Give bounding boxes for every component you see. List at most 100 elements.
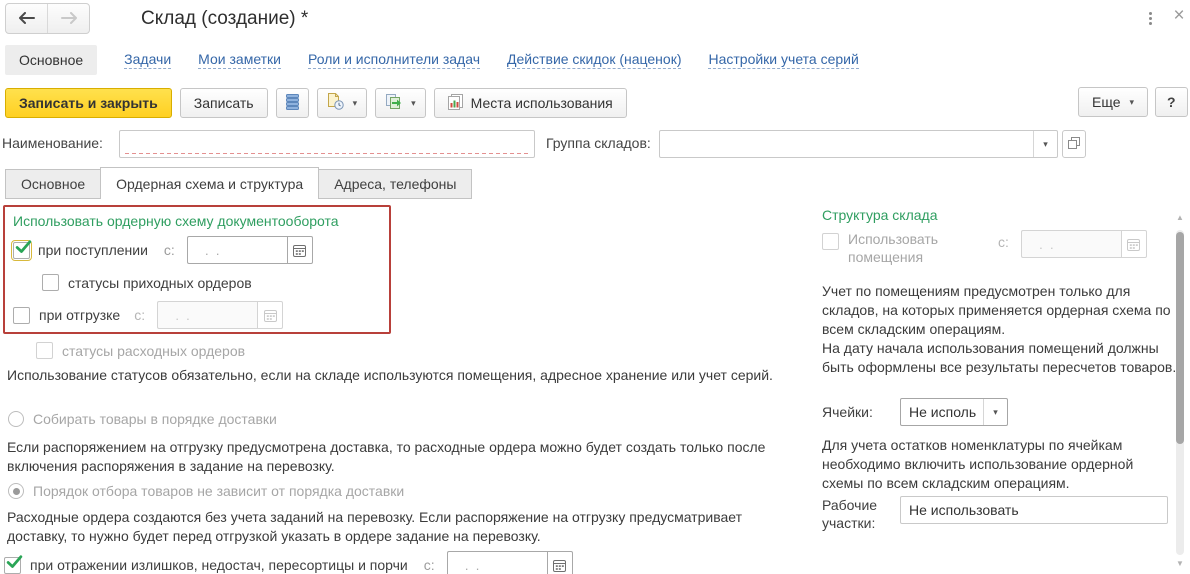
copy-icon bbox=[385, 94, 402, 113]
nav-item-roles[interactable]: Роли и исполнители задач bbox=[308, 51, 480, 69]
back-arrow-icon bbox=[18, 11, 36, 27]
create-based-on-button[interactable]: ▾ bbox=[317, 88, 368, 118]
work-areas-row: Рабочие участки: Не использовать bbox=[822, 496, 1168, 532]
work-areas-label: Рабочие участки: bbox=[822, 496, 892, 532]
scroll-down-icon[interactable]: ▼ bbox=[1173, 558, 1187, 568]
shipment-row: при отгрузке с: bbox=[13, 301, 381, 329]
receipt-row: при поступлении с: bbox=[13, 236, 381, 264]
collect-by-delivery-radio bbox=[8, 411, 24, 427]
group-dropdown-button[interactable]: ▾ bbox=[1033, 131, 1057, 157]
collect-note: Если распоряжением на отгрузку предусмот… bbox=[7, 438, 800, 476]
surplus-date-input[interactable] bbox=[447, 551, 547, 574]
tab-order-scheme[interactable]: Ордерная схема и структура bbox=[100, 167, 319, 199]
name-input[interactable] bbox=[119, 130, 535, 158]
receipt-label: при поступлении bbox=[38, 242, 148, 258]
window-menu-icon[interactable] bbox=[1142, 9, 1158, 27]
receipt-date-control bbox=[187, 236, 313, 264]
collect-by-delivery-label: Собирать товары в порядке доставки bbox=[33, 411, 277, 427]
use-premises-row: Использовать помещения с: bbox=[822, 230, 1190, 266]
calendar-icon[interactable] bbox=[547, 551, 573, 574]
save-button[interactable]: Записать bbox=[180, 88, 268, 118]
dropdown-arrow-icon: ▾ bbox=[353, 98, 358, 109]
shipment-statuses-row: статусы расходных ордеров bbox=[36, 342, 245, 359]
nav-item-notes[interactable]: Мои заметки bbox=[198, 51, 281, 69]
receipt-statuses-row: статусы приходных ордеров bbox=[13, 274, 381, 291]
use-premises-checkbox bbox=[822, 233, 839, 250]
tab-content: Использовать ордерную схему документообо… bbox=[0, 199, 1190, 574]
chevron-down-icon: ▾ bbox=[1043, 139, 1048, 150]
collect-by-delivery-row: Собирать товары в порядке доставки bbox=[8, 411, 277, 427]
list-button[interactable] bbox=[276, 88, 309, 118]
warehouse-create-window: Склад (создание) * × Основное Задачи Мои… bbox=[0, 0, 1190, 574]
scrollbar-thumb[interactable] bbox=[1176, 232, 1184, 444]
cells-note: Для учета остатков номенклатуры по ячейк… bbox=[822, 436, 1177, 493]
premises-note: Учет по помещениям предусмотрен только д… bbox=[822, 282, 1177, 377]
tab-addresses[interactable]: Адреса, телефоны bbox=[318, 169, 472, 199]
receipt-statuses-checkbox[interactable] bbox=[42, 274, 59, 291]
scroll-up-icon[interactable]: ▲ bbox=[1173, 212, 1187, 222]
order-scheme-panel: Использовать ордерную схему документообо… bbox=[0, 199, 800, 574]
work-areas-field[interactable]: Не использовать bbox=[900, 496, 1168, 524]
usage-places-label: Места использования bbox=[471, 95, 613, 111]
cells-combo: Не исполь ▾ bbox=[900, 398, 1008, 426]
shipment-statuses-label: статусы расходных ордеров bbox=[62, 343, 245, 359]
forward-button[interactable] bbox=[47, 4, 89, 33]
save-close-button[interactable]: Записать и закрыть bbox=[5, 88, 172, 118]
independent-row: Порядок отбора товаров не зависит от пор… bbox=[8, 483, 404, 499]
close-icon[interactable]: × bbox=[1168, 4, 1190, 28]
shipment-date-control bbox=[157, 301, 283, 329]
calendar-icon bbox=[1121, 230, 1147, 258]
surplus-date-control bbox=[447, 551, 573, 574]
calendar-icon bbox=[257, 301, 283, 329]
receipt-checkbox[interactable] bbox=[13, 242, 30, 259]
receipt-date-input[interactable] bbox=[187, 236, 287, 264]
open-icon bbox=[1068, 136, 1080, 152]
shipment-label: при отгрузке bbox=[39, 307, 120, 323]
help-button[interactable]: ? bbox=[1155, 87, 1188, 117]
surplus-from-label: с: bbox=[424, 557, 435, 573]
forward-arrow-icon bbox=[60, 11, 78, 27]
premises-from-label: с: bbox=[998, 234, 1009, 250]
structure-panel: Структура склада Использовать помещения … bbox=[795, 199, 1175, 574]
more-button[interactable]: Еще ▾ bbox=[1078, 87, 1148, 117]
calendar-icon[interactable] bbox=[287, 236, 313, 264]
cells-row: Ячейки: Не исполь ▾ bbox=[822, 398, 1008, 426]
history-buttons bbox=[5, 3, 90, 34]
shipment-from-label: с: bbox=[134, 307, 145, 323]
independent-radio bbox=[8, 483, 24, 499]
premises-date-control bbox=[1021, 230, 1147, 258]
cells-label: Ячейки: bbox=[822, 404, 900, 420]
title-bar: Склад (создание) * × bbox=[0, 0, 1190, 42]
shipment-checkbox[interactable] bbox=[13, 307, 30, 324]
usage-places-button[interactable]: Места использования bbox=[434, 88, 627, 118]
scrollbar-track[interactable] bbox=[1176, 230, 1184, 555]
nav-item-main[interactable]: Основное bbox=[5, 45, 97, 75]
highlight-red-box: Использовать ордерную схему документообо… bbox=[3, 205, 391, 334]
usage-places-icon bbox=[448, 94, 464, 113]
list-icon bbox=[286, 94, 299, 113]
nav-item-series[interactable]: Настройки учета серий bbox=[708, 51, 858, 69]
order-scheme-heading: Использовать ордерную схему документообо… bbox=[13, 213, 381, 229]
group-label: Группа складов: bbox=[546, 135, 651, 151]
toolbar: Записать и закрыть Записать ▾ ▾ Места ис… bbox=[5, 87, 627, 119]
nav-item-tasks[interactable]: Задачи bbox=[124, 51, 171, 69]
group-combo: ▾ bbox=[659, 130, 1058, 158]
group-input[interactable] bbox=[660, 131, 1033, 157]
surplus-row: при отражении излишков, недостач, пересо… bbox=[4, 551, 573, 574]
dropdown-arrow-icon: ▾ bbox=[1130, 97, 1135, 108]
copy-button[interactable]: ▾ bbox=[375, 88, 426, 118]
name-label: Наименование: bbox=[2, 135, 103, 151]
independent-note: Расходные ордера создаются без учета зад… bbox=[7, 508, 800, 546]
nav-item-discounts[interactable]: Действие скидок (наценок) bbox=[507, 51, 681, 69]
vertical-scrollbar: ▲ ▼ bbox=[1173, 212, 1187, 570]
back-button[interactable] bbox=[6, 4, 47, 33]
header-fields: Наименование: Группа складов: ▾ bbox=[0, 128, 1190, 160]
shipment-date-input bbox=[157, 301, 257, 329]
cells-dropdown-button[interactable]: ▾ bbox=[983, 399, 1007, 425]
receipt-statuses-label: статусы приходных ордеров bbox=[68, 275, 252, 291]
surplus-checkbox[interactable] bbox=[4, 557, 21, 574]
group-open-button[interactable] bbox=[1062, 130, 1086, 158]
surplus-label: при отражении излишков, недостач, пересо… bbox=[30, 557, 408, 573]
structure-heading: Структура склада bbox=[822, 207, 938, 223]
tab-main[interactable]: Основное bbox=[5, 169, 101, 199]
